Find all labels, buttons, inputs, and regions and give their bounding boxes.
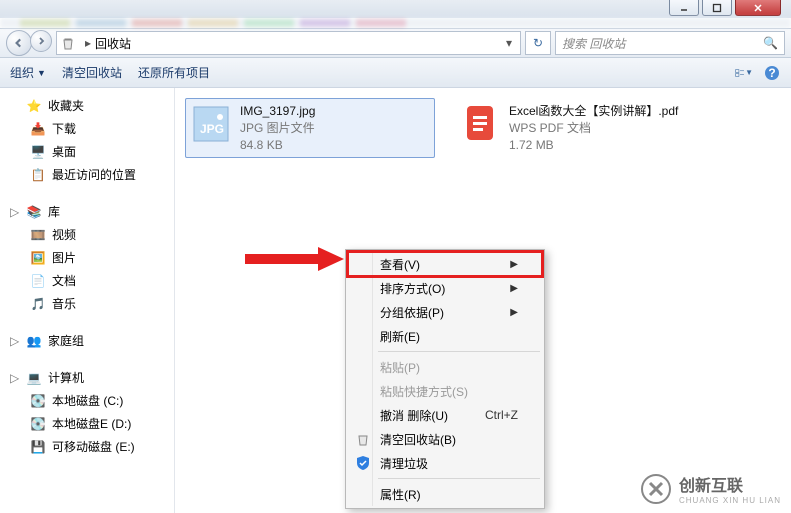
maximize-button[interactable] — [702, 0, 732, 16]
file-size: 84.8 KB — [240, 137, 315, 154]
forward-button[interactable] — [30, 30, 52, 52]
sidebar-item-downloads[interactable]: 📥下载 — [0, 117, 174, 140]
download-icon: 📥 — [30, 121, 46, 137]
file-item[interactable]: Excel函数大全【实例讲解】.pdf WPS PDF 文档 1.72 MB — [455, 98, 705, 158]
search-placeholder: 搜索 回收站 — [562, 35, 625, 52]
watermark-brand: 创新互联 — [679, 472, 781, 496]
sidebar-item-drive-c[interactable]: 💽本地磁盘 (C:) — [0, 389, 174, 412]
submenu-arrow-icon: ▶ — [510, 259, 518, 270]
shield-icon — [354, 454, 372, 472]
menu-item-paste: 粘贴(P) — [348, 355, 542, 379]
recycle-bin-icon — [59, 34, 77, 52]
menu-item-clean-junk[interactable]: 清理垃圾 — [348, 451, 542, 475]
menu-item-refresh[interactable]: 刷新(E) — [348, 324, 542, 348]
empty-recycle-button[interactable]: 清空回收站 — [62, 64, 122, 81]
svg-text:JPG: JPG — [200, 122, 224, 136]
breadcrumb-dropdown[interactable]: ▾ — [500, 36, 518, 50]
file-type: WPS PDF 文档 — [509, 120, 678, 137]
library-icon: 📚 — [26, 204, 42, 220]
sidebar-item-videos[interactable]: 🎞️视频 — [0, 223, 174, 246]
background-tabs — [0, 18, 791, 28]
refresh-button[interactable]: ↻ — [525, 31, 551, 55]
breadcrumb[interactable]: ▸ 回收站 ▾ — [56, 31, 521, 55]
video-icon: 🎞️ — [30, 227, 46, 243]
watermark-sub: CHUANG XIN HU LIAN — [679, 496, 781, 505]
pdf-thumbnail-icon — [459, 102, 501, 144]
submenu-arrow-icon: ▶ — [510, 307, 518, 318]
homegroup-icon: 👥 — [26, 333, 42, 349]
file-type: JPG 图片文件 — [240, 120, 315, 137]
search-input[interactable]: 搜索 回收站 🔍 — [555, 31, 785, 55]
desktop-icon: 🖥️ — [30, 144, 46, 160]
toolbar: 组织 ▼ 清空回收站 还原所有项目 ▼ ? — [0, 58, 791, 88]
breadcrumb-location[interactable]: 回收站 — [95, 35, 131, 52]
breadcrumb-separator: ▸ — [81, 36, 95, 50]
sidebar-item-music[interactable]: 🎵音乐 — [0, 292, 174, 315]
menu-item-undo-delete[interactable]: 撤消 删除(U)Ctrl+Z — [348, 403, 542, 427]
menu-item-view[interactable]: 查看(V)▶ — [348, 252, 542, 276]
recent-icon: 📋 — [30, 167, 46, 183]
file-name: Excel函数大全【实例讲解】.pdf — [509, 103, 678, 120]
sidebar-item-recent[interactable]: 📋最近访问的位置 — [0, 163, 174, 186]
file-name: IMG_3197.jpg — [240, 103, 315, 120]
sidebar-favorites-head[interactable]: ⭐收藏夹 — [0, 94, 174, 117]
sidebar-item-desktop[interactable]: 🖥️桌面 — [0, 140, 174, 163]
context-menu: 查看(V)▶ 排序方式(O)▶ 分组依据(P)▶ 刷新(E) 粘贴(P) 粘贴快… — [345, 249, 545, 509]
sidebar-item-drive-d[interactable]: 💽本地磁盘E (D:) — [0, 412, 174, 435]
organize-button[interactable]: 组织 ▼ — [10, 64, 46, 81]
address-bar-row: ▸ 回收站 ▾ ↻ 搜索 回收站 🔍 — [0, 28, 791, 58]
close-button[interactable] — [735, 0, 781, 16]
sidebar-item-drive-e[interactable]: 💾可移动磁盘 (E:) — [0, 435, 174, 458]
search-icon: 🔍 — [763, 36, 778, 50]
menu-item-empty-recycle[interactable]: 清空回收站(B) — [348, 427, 542, 451]
sidebar: ⭐收藏夹 📥下载 🖥️桌面 📋最近访问的位置 ▷📚库 🎞️视频 🖼️图片 📄文档… — [0, 88, 175, 513]
watermark-logo-icon — [641, 474, 671, 504]
picture-icon: 🖼️ — [30, 250, 46, 266]
menu-item-group[interactable]: 分组依据(P)▶ — [348, 300, 542, 324]
document-icon: 📄 — [30, 273, 46, 289]
music-icon: 🎵 — [30, 296, 46, 312]
window-titlebar — [0, 0, 791, 18]
submenu-arrow-icon: ▶ — [510, 283, 518, 294]
back-button[interactable] — [6, 30, 32, 56]
file-item[interactable]: JPG IMG_3197.jpg JPG 图片文件 84.8 KB — [185, 98, 435, 158]
svg-text:?: ? — [768, 66, 775, 80]
removable-drive-icon: 💾 — [30, 439, 46, 455]
drive-icon: 💽 — [30, 393, 46, 409]
computer-icon: 💻 — [26, 370, 42, 386]
sidebar-item-documents[interactable]: 📄文档 — [0, 269, 174, 292]
watermark: 创新互联 CHUANG XIN HU LIAN — [641, 472, 781, 505]
menu-item-paste-shortcut: 粘贴快捷方式(S) — [348, 379, 542, 403]
view-options-button[interactable]: ▼ — [735, 64, 753, 82]
jpg-thumbnail-icon: JPG — [190, 103, 232, 145]
minimize-button[interactable] — [669, 0, 699, 16]
star-icon: ⭐ — [26, 98, 42, 114]
help-button[interactable]: ? — [763, 64, 781, 82]
menu-separator — [378, 478, 540, 479]
sidebar-homegroup-head[interactable]: ▷👥家庭组 — [0, 329, 174, 352]
menu-shortcut: Ctrl+Z — [485, 408, 518, 422]
recycle-icon — [354, 430, 372, 448]
menu-item-sort[interactable]: 排序方式(O)▶ — [348, 276, 542, 300]
sidebar-libraries-head[interactable]: ▷📚库 — [0, 200, 174, 223]
menu-item-properties[interactable]: 属性(R) — [348, 482, 542, 506]
menu-separator — [378, 351, 540, 352]
file-size: 1.72 MB — [509, 137, 678, 154]
sidebar-computer-head[interactable]: ▷💻计算机 — [0, 366, 174, 389]
sidebar-item-pictures[interactable]: 🖼️图片 — [0, 246, 174, 269]
restore-all-button[interactable]: 还原所有项目 — [138, 64, 210, 81]
drive-icon: 💽 — [30, 416, 46, 432]
